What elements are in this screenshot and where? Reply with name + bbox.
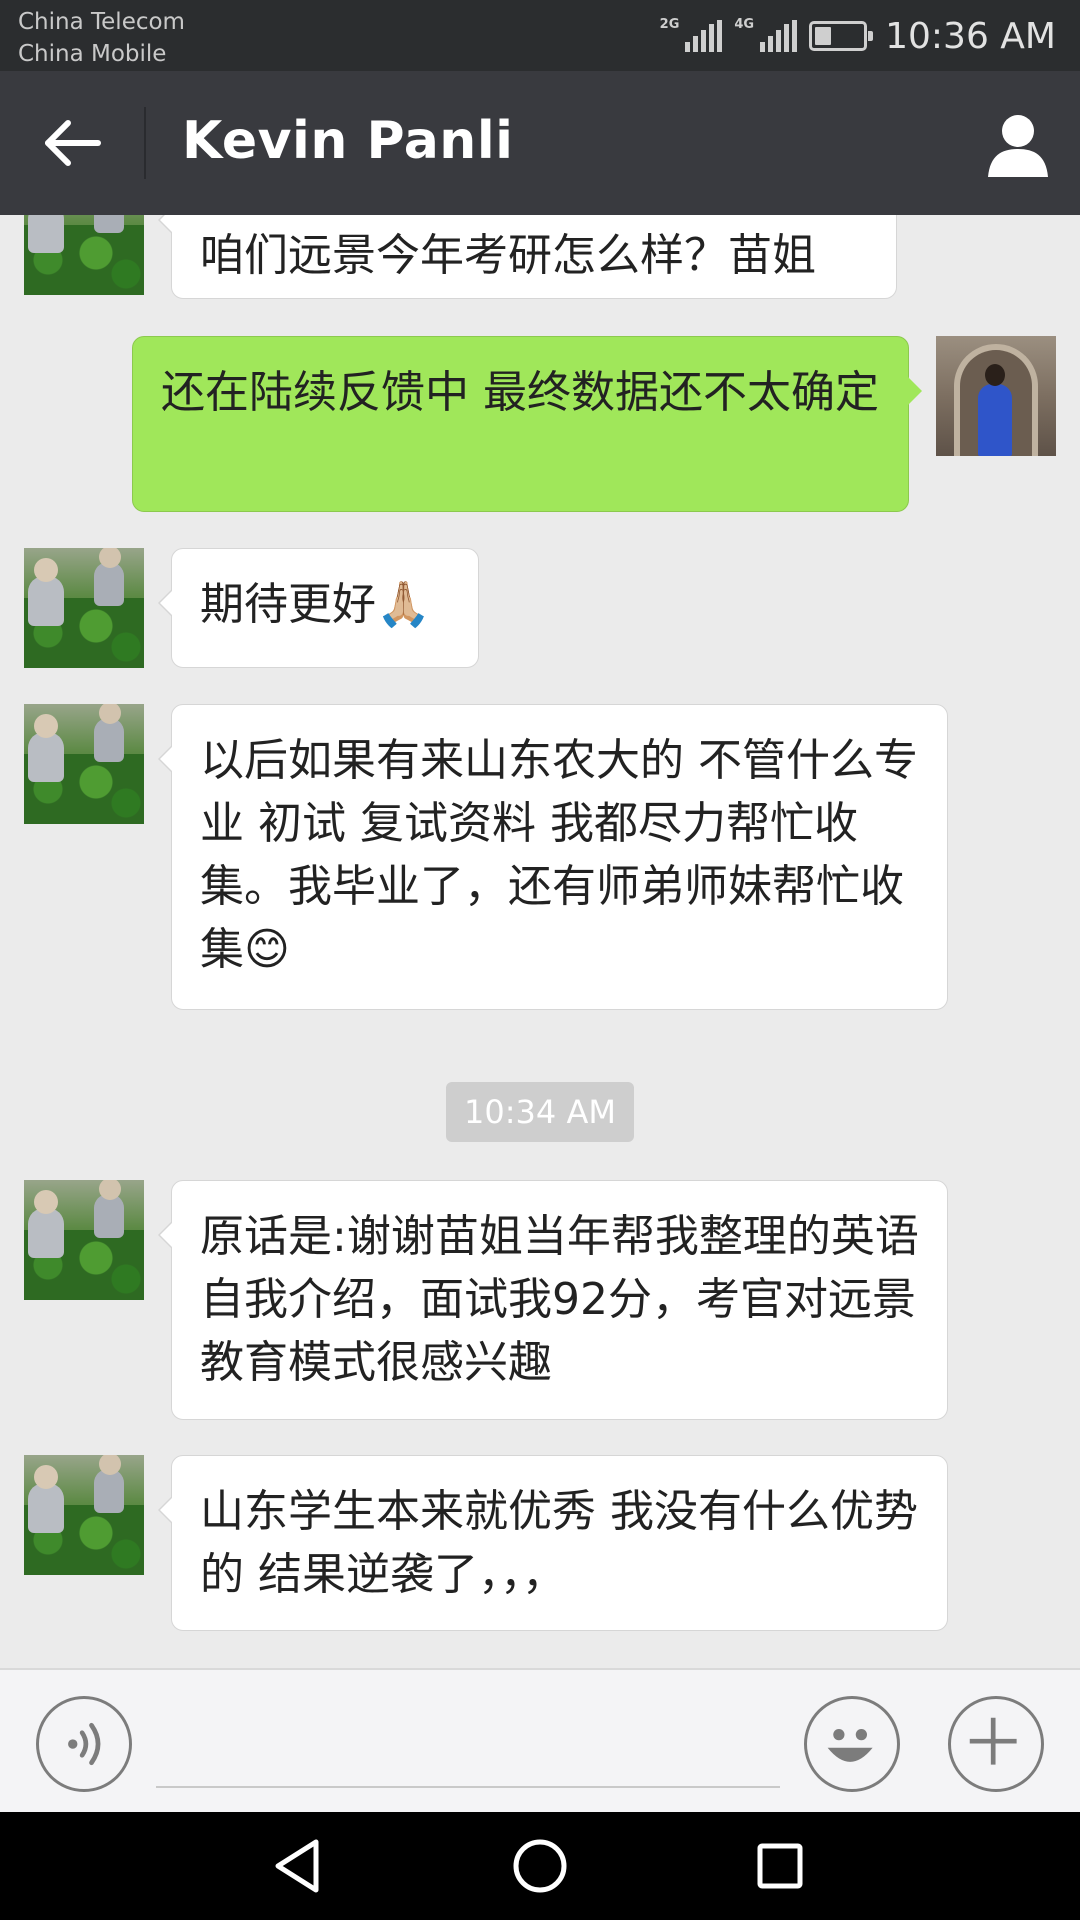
signal-1-icon <box>685 20 723 52</box>
message-text: 山东学生本来就优秀 我没有什么优势的 结果逆袭了，，， <box>200 1486 918 1600</box>
message-bubble-received[interactable]: 原话是:谢谢苗姐当年帮我整理的英语自我介绍，面试我92分，考官对远景教育模式很感… <box>158 1180 948 1420</box>
contact-avatar[interactable] <box>24 215 144 295</box>
network-type-1: 2G <box>659 16 680 32</box>
square-recent-icon[interactable] <box>744 1834 816 1898</box>
praying-hands-emoji: 🙏🏼 <box>376 579 431 630</box>
more-button[interactable] <box>948 1696 1044 1792</box>
message-text: 原话是:谢谢苗姐当年帮我整理的英语自我介绍，面试我92分，考官对远景教育模式很感… <box>200 1211 919 1388</box>
contact-avatar[interactable] <box>24 548 144 668</box>
arrow-left-icon <box>45 120 101 166</box>
input-bar <box>0 1668 1080 1812</box>
carrier-names: China Telecom China Mobile <box>18 6 185 70</box>
message-text: 咱们远景今年考研怎么样？苗姐 <box>200 230 816 281</box>
contact-avatar[interactable] <box>24 1455 144 1575</box>
status-icons: 2G 4G 10:36 AM <box>660 12 1056 60</box>
message-bubble-received[interactable]: 以后如果有来山东农大的 不管什么专业 初试 复试资料 我都尽力帮忙收集。我毕业了… <box>158 704 948 1010</box>
plus-icon <box>969 1717 1017 1765</box>
triangle-back-icon[interactable] <box>264 1834 336 1898</box>
message-text: 以后如果有来山东农大的 不管什么专业 初试 复试资料 我都尽力帮忙收集。我毕业了… <box>200 735 918 975</box>
profile-button[interactable] <box>982 107 1054 179</box>
chat-header: Kevin Panli <box>0 71 1080 215</box>
time-separator: 10:34 AM <box>446 1082 634 1142</box>
contact-avatar[interactable] <box>24 704 144 824</box>
message-text: 还在陆续反馈中 最终数据还不太确定 <box>161 367 879 418</box>
status-bar: China Telecom China Mobile 2G 4G 10:36 A… <box>0 0 1080 71</box>
message-bubble-received[interactable]: 咱们远景今年考研怎么样？苗姐 <box>158 215 897 299</box>
message-list[interactable]: 咱们远景今年考研怎么样？苗姐 还在陆续反馈中 最终数据还不太确定 期待更好🙏🏼 … <box>0 215 1080 1668</box>
circle-home-icon[interactable] <box>504 1834 576 1898</box>
chat-title: Kevin Panli <box>182 111 514 171</box>
message-text: 期待更好 <box>200 579 376 630</box>
network-type-2: 4G <box>734 16 755 32</box>
carrier-2: China Mobile <box>18 41 167 67</box>
my-avatar[interactable] <box>936 336 1056 456</box>
smiling-emoji: 😊 <box>244 924 290 975</box>
battery-icon <box>809 21 874 51</box>
signal-2-icon <box>760 20 798 52</box>
header-divider <box>144 107 146 179</box>
voice-button[interactable] <box>36 1696 132 1792</box>
message-bubble-received[interactable]: 山东学生本来就优秀 我没有什么优势的 结果逆袭了，，， <box>158 1455 948 1631</box>
carrier-1: China Telecom <box>18 9 185 35</box>
voice-icon <box>68 1722 101 1766</box>
emoji-button[interactable] <box>804 1696 900 1792</box>
battery-fill <box>815 27 832 45</box>
message-bubble-received[interactable]: 期待更好🙏🏼 <box>158 548 479 668</box>
status-clock: 10:36 AM <box>885 15 1056 57</box>
message-input[interactable] <box>156 1706 780 1788</box>
person-icon <box>988 115 1048 177</box>
smiley-icon <box>827 1729 873 1762</box>
contact-avatar[interactable] <box>24 1180 144 1300</box>
system-nav-bar <box>0 1812 1080 1920</box>
message-bubble-sent[interactable]: 还在陆续反馈中 最终数据还不太确定 <box>132 336 922 512</box>
back-button[interactable] <box>28 103 118 183</box>
